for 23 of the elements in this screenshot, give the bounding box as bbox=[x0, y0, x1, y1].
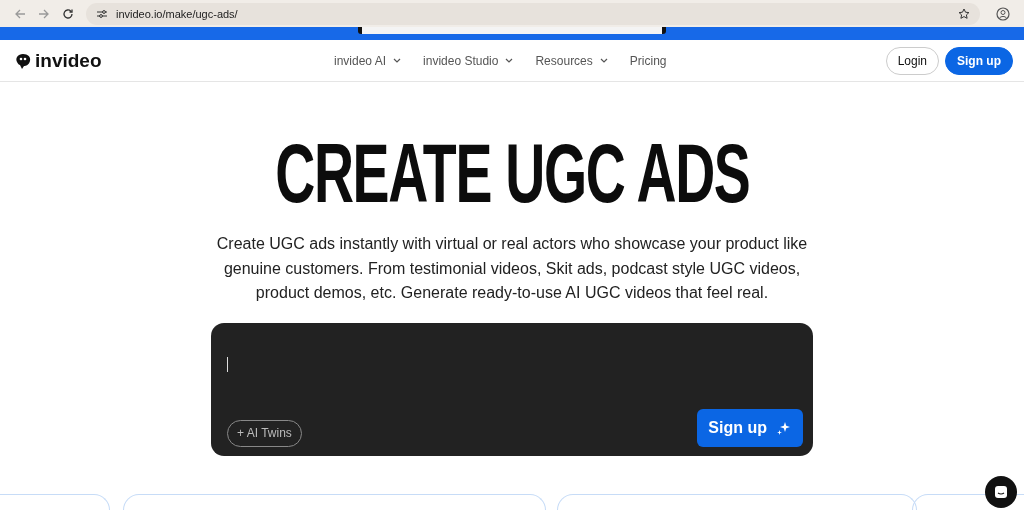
hero-title: CREATE UGC ADS bbox=[274, 136, 750, 210]
chat-button[interactable] bbox=[985, 476, 1017, 508]
nav-link[interactable]: Resources bbox=[535, 53, 608, 68]
nav-link[interactable]: invideo Studio bbox=[423, 53, 514, 68]
logo-text[interactable]: invideo bbox=[35, 49, 102, 72]
profile-icon[interactable] bbox=[996, 6, 1010, 21]
chat-icon bbox=[994, 485, 1008, 499]
address-bar[interactable]: invideo.io/make/ugc-ads/ bbox=[86, 2, 980, 25]
chevron-down-icon bbox=[505, 58, 514, 63]
text-cursor bbox=[227, 356, 228, 372]
chevron-down-icon bbox=[599, 58, 608, 63]
prompt-signup-button[interactable]: Sign up bbox=[697, 408, 803, 447]
nav-link[interactable]: Pricing bbox=[629, 53, 667, 68]
chevron-down-icon bbox=[393, 58, 402, 63]
nav-link[interactable]: invideo AI bbox=[334, 53, 402, 68]
prompt-box[interactable]: + AI Twins Sign up bbox=[211, 322, 813, 456]
login-button[interactable]: Login bbox=[885, 46, 939, 75]
hero-description: Create UGC ads instantly with virtual or real actors who showcase your product like genuine customers. From testimonial videos, Skit ads, podcast style UGC videos, product demos, etc. Generate ready-to-use AI UGC videos that feel real. bbox=[215, 234, 809, 303]
bookmark-star-icon[interactable] bbox=[958, 7, 970, 20]
logo-icon bbox=[14, 52, 32, 69]
signup-button[interactable]: Sign up bbox=[945, 46, 1013, 75]
reload-icon[interactable] bbox=[62, 7, 74, 20]
site-settings-icon[interactable] bbox=[96, 8, 108, 19]
